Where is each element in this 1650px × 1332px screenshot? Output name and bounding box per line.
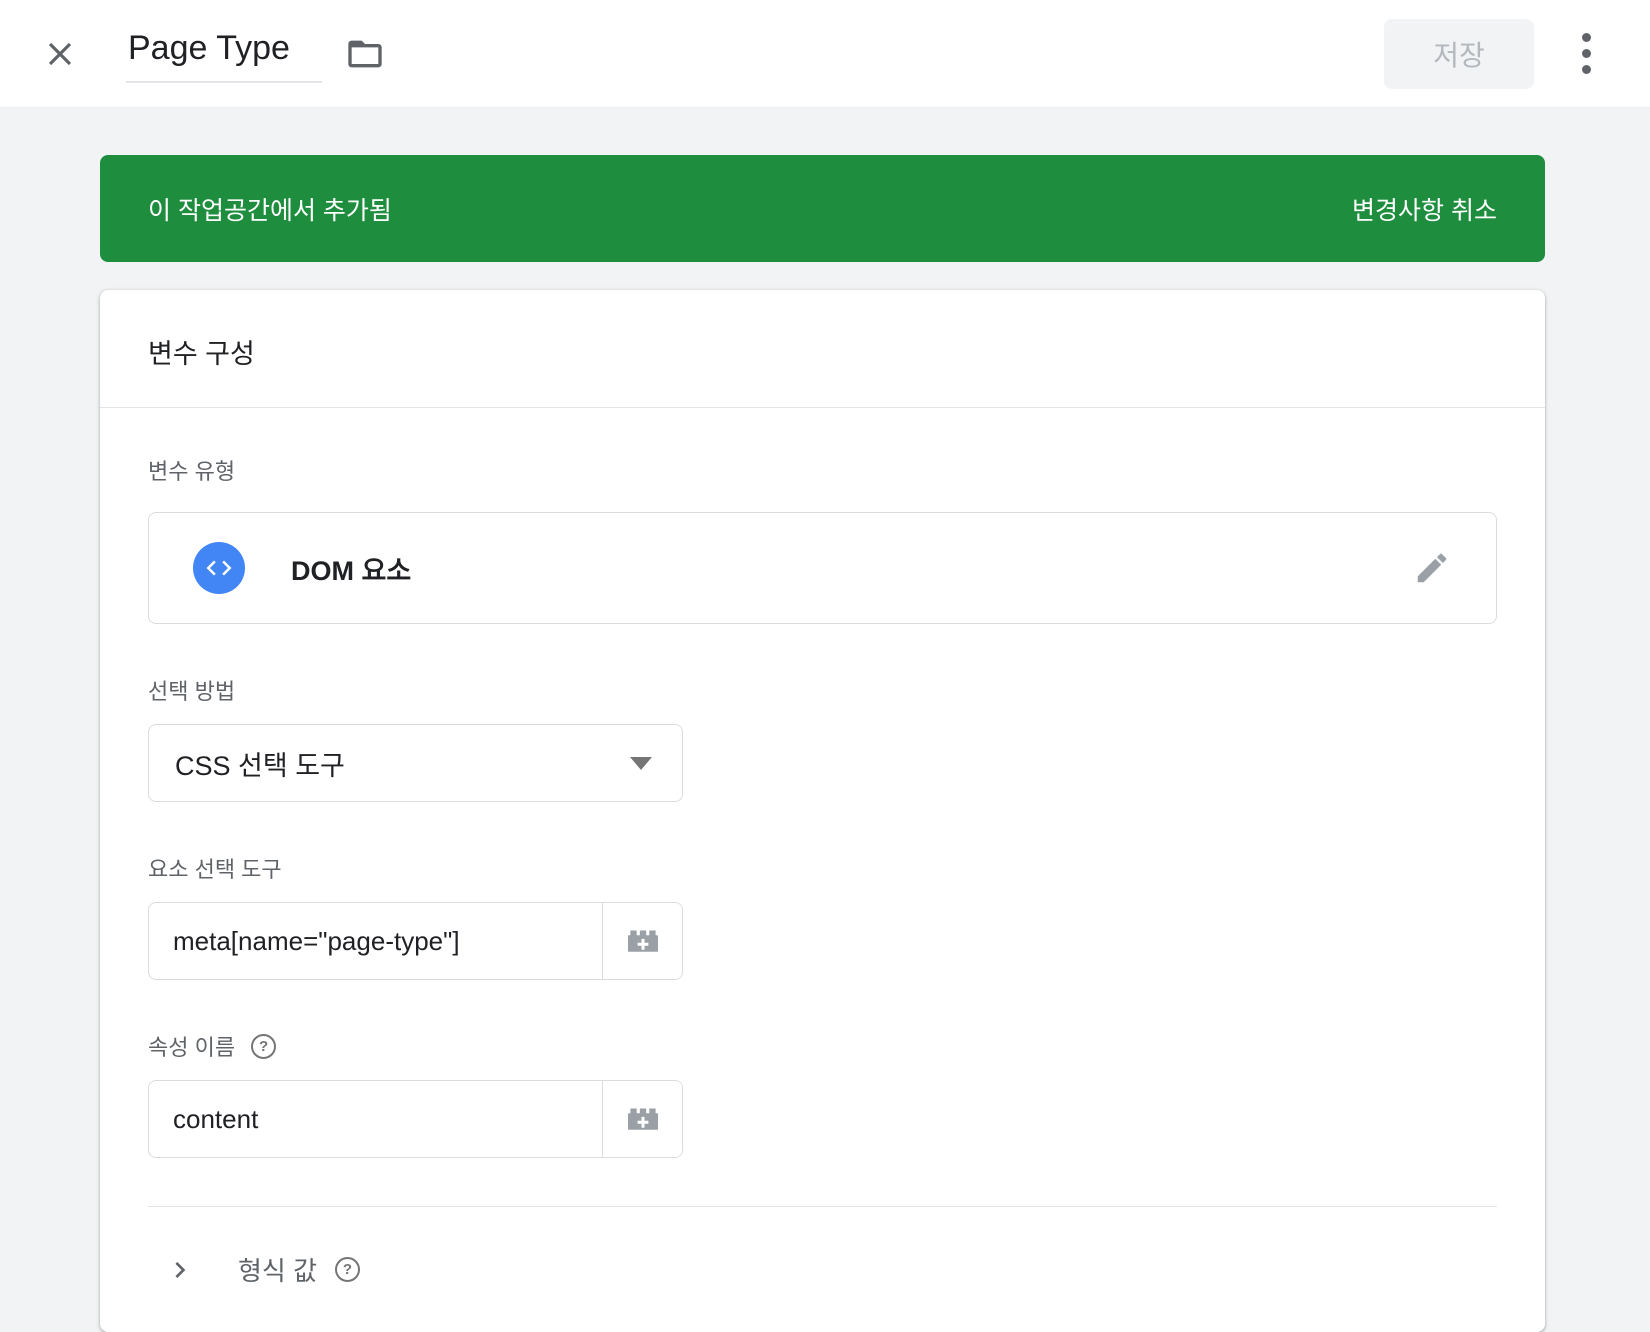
insert-variable-button[interactable] — [602, 903, 682, 979]
variable-type-selector[interactable]: DOM 요소 — [148, 512, 1497, 624]
element-selector-label: 요소 선택 도구 — [148, 852, 1497, 884]
edit-variable-type-button[interactable] — [1412, 548, 1452, 588]
selection-method-select[interactable]: CSS 선택 도구 — [148, 724, 683, 802]
save-button[interactable]: 저장 — [1384, 19, 1534, 89]
selection-method-value: CSS 선택 도구 — [175, 744, 345, 783]
kebab-menu-icon — [1582, 33, 1591, 74]
attribute-name-help-icon[interactable]: ? — [251, 1034, 276, 1059]
close-icon — [41, 35, 79, 73]
page-title[interactable]: Page Type — [126, 24, 322, 83]
folder-button[interactable] — [344, 33, 386, 75]
variable-type-value: DOM 요소 — [291, 549, 411, 588]
variable-brick-icon — [625, 1101, 661, 1137]
format-value-label: 형식 값 — [238, 1251, 317, 1288]
format-value-expander[interactable]: 형식 값 ? — [148, 1251, 1497, 1288]
pencil-icon — [1413, 549, 1451, 587]
format-value-help-icon[interactable]: ? — [335, 1257, 360, 1282]
attribute-name-field — [148, 1080, 683, 1158]
attribute-name-label: 속성 이름 — [148, 1030, 235, 1062]
dom-element-code-icon — [193, 542, 245, 594]
top-bar: Page Type 저장 — [0, 0, 1650, 108]
variable-brick-icon — [625, 923, 661, 959]
card-header: 변수 구성 — [100, 290, 1545, 408]
insert-variable-button[interactable] — [602, 1081, 682, 1157]
variable-config-card: 변수 구성 변수 유형 DOM 요소 선택 방법 CSS 선 — [100, 290, 1545, 1332]
variable-type-label: 변수 유형 — [148, 454, 1497, 486]
banner-message: 이 작업공간에서 추가됨 — [148, 191, 392, 227]
dropdown-caret-icon — [630, 757, 652, 770]
main-content: 이 작업공간에서 추가됨 변경사항 취소 변수 구성 변수 유형 DOM 요소 — [100, 155, 1545, 1332]
attribute-name-input[interactable] — [149, 1081, 602, 1157]
card-body: 변수 유형 DOM 요소 선택 방법 CSS 선택 도구 — [100, 454, 1545, 1288]
element-selector-input[interactable] — [149, 903, 602, 979]
folder-icon — [345, 34, 385, 74]
section-divider — [148, 1206, 1497, 1207]
chevron-right-icon — [164, 1253, 198, 1287]
card-title: 변수 구성 — [148, 332, 1497, 371]
selection-method-label: 선택 방법 — [148, 674, 1497, 706]
element-selector-field — [148, 902, 683, 980]
attribute-name-row: 속성 이름 ? — [148, 1030, 1497, 1062]
discard-changes-button[interactable]: 변경사항 취소 — [1352, 191, 1497, 227]
more-menu-button[interactable] — [1564, 19, 1608, 89]
close-button[interactable] — [40, 34, 80, 74]
workspace-banner: 이 작업공간에서 추가됨 변경사항 취소 — [100, 155, 1545, 262]
